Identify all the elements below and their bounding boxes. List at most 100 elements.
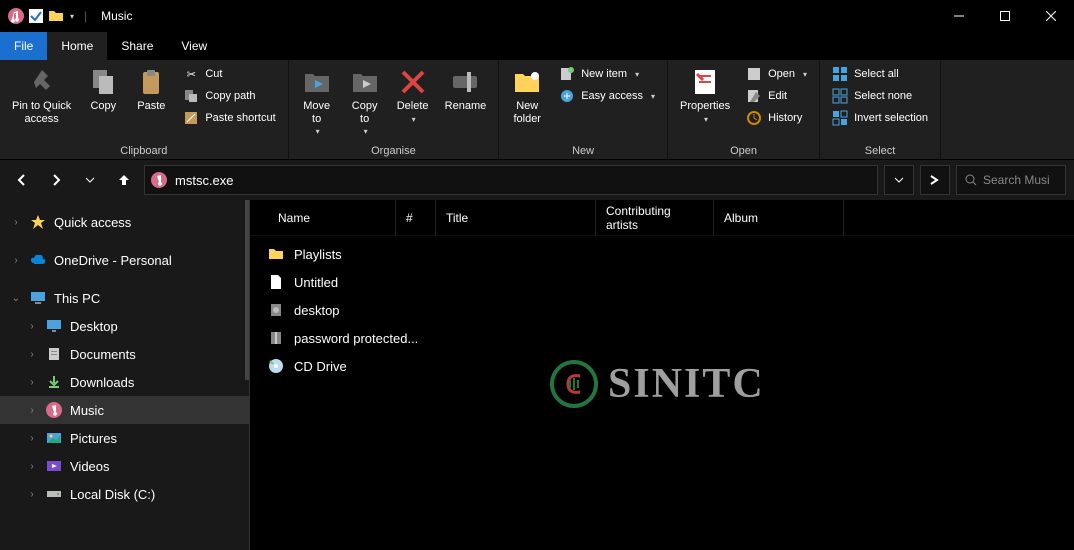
col-title[interactable]: Title — [436, 200, 596, 235]
checkbox-icon[interactable] — [28, 8, 44, 24]
chevron-down-icon[interactable]: ⌄ — [10, 293, 22, 304]
chevron-right-icon[interactable]: › — [26, 489, 38, 500]
moveto-icon — [301, 66, 333, 98]
invert-selection-button[interactable]: Invert selection — [826, 108, 934, 128]
pc-icon — [30, 290, 46, 306]
sidebar-item-videos[interactable]: ›Videos — [0, 452, 249, 480]
music-app-icon — [8, 8, 24, 24]
chevron-right-icon[interactable]: › — [26, 377, 38, 388]
row-cd-drive[interactable]: CD Drive — [268, 352, 1074, 380]
maximize-button[interactable] — [982, 0, 1028, 32]
chevron-right-icon[interactable]: › — [26, 349, 38, 360]
up-button[interactable] — [110, 166, 138, 194]
edit-icon — [746, 88, 762, 104]
folder-qat-icon[interactable] — [48, 8, 64, 24]
new-folder-button[interactable]: New folder — [505, 64, 549, 127]
pictures-icon — [46, 430, 62, 446]
history-icon — [746, 110, 762, 126]
select-none-icon — [832, 88, 848, 104]
col-track[interactable]: # — [396, 200, 436, 235]
move-to-button[interactable]: Move to▾ — [295, 64, 339, 138]
archive-icon — [268, 330, 284, 346]
easy-access-button[interactable]: Easy access▾ — [553, 86, 661, 106]
sidebar-item-desktop[interactable]: ›Desktop — [0, 312, 249, 340]
row-desktop[interactable]: desktop — [268, 296, 1074, 324]
sidebar-item-local-disk[interactable]: ›Local Disk (C:) — [0, 480, 249, 508]
address-bar[interactable]: mstsc.exe — [144, 165, 878, 195]
folder-icon — [268, 246, 284, 262]
titlebar-sep: | — [84, 9, 87, 23]
videos-icon — [46, 458, 62, 474]
properties-button[interactable]: Properties▾ — [674, 64, 736, 126]
sidebar-item-onedrive[interactable]: ›OneDrive - Personal — [0, 246, 249, 274]
chevron-down-icon: ▾ — [364, 127, 368, 136]
select-all-button[interactable]: Select all — [826, 64, 934, 84]
new-folder-icon — [511, 66, 543, 98]
location-music-icon — [151, 172, 167, 188]
minimize-button[interactable] — [936, 0, 982, 32]
paste-icon — [135, 66, 167, 98]
delete-button[interactable]: Delete▾ — [391, 64, 435, 126]
copy-to-button[interactable]: Copy to▾ — [343, 64, 387, 138]
scissors-icon: ✂ — [183, 66, 199, 82]
group-label-clipboard: Clipboard — [120, 145, 167, 157]
sidebar-scrollbar[interactable] — [245, 200, 249, 380]
chevron-right-icon[interactable]: › — [10, 217, 22, 228]
tab-view[interactable]: View — [167, 32, 221, 60]
tab-home[interactable]: Home — [47, 32, 107, 60]
select-all-icon — [832, 66, 848, 82]
chevron-right-icon[interactable]: › — [26, 321, 38, 332]
column-headers: Name # Title Contributing artists Album — [250, 200, 1074, 236]
tab-file[interactable]: File — [0, 32, 47, 60]
row-password-protected[interactable]: password protected... — [268, 324, 1074, 352]
sidebar-item-quick-access[interactable]: ›Quick access — [0, 208, 249, 236]
copy-path-button[interactable]: Copy path — [177, 86, 281, 106]
qat-dropdown-icon[interactable]: ▾ — [70, 12, 74, 21]
copy-button[interactable]: Copy — [81, 64, 125, 115]
sidebar-item-downloads[interactable]: ›Downloads — [0, 368, 249, 396]
row-playlists[interactable]: Playlists — [268, 240, 1074, 268]
edit-button[interactable]: Edit — [740, 86, 813, 106]
sidebar-item-pictures[interactable]: ›Pictures — [0, 424, 249, 452]
sidebar-item-music[interactable]: ›Music — [0, 396, 249, 424]
address-history-dropdown[interactable] — [884, 165, 914, 195]
rename-button[interactable]: Rename — [439, 64, 493, 115]
chevron-down-icon: ▾ — [635, 70, 639, 79]
open-button[interactable]: Open▾ — [740, 64, 813, 84]
chevron-down-icon: ▾ — [651, 92, 655, 101]
chevron-down-icon: ▾ — [316, 127, 320, 136]
documents-icon — [46, 346, 62, 362]
select-none-button[interactable]: Select none — [826, 86, 934, 106]
properties-icon — [689, 66, 721, 98]
chevron-right-icon[interactable]: › — [10, 255, 22, 266]
ribbon-group-open: Properties▾ Open▾ Edit History Open — [668, 60, 820, 159]
content-pane: Name # Title Contributing artists Album … — [250, 200, 1074, 550]
chevron-right-icon[interactable]: › — [26, 433, 38, 444]
col-name[interactable]: Name — [268, 200, 396, 235]
sidebar-item-this-pc[interactable]: ⌄This PC — [0, 284, 249, 312]
paste-button[interactable]: Paste — [129, 64, 173, 115]
open-icon — [746, 66, 762, 82]
ribbon: Pin to Quick access Copy Paste ✂Cut Copy… — [0, 60, 1074, 160]
group-label-select: Select — [865, 145, 896, 157]
cut-button[interactable]: ✂Cut — [177, 64, 281, 84]
close-button[interactable] — [1028, 0, 1074, 32]
group-label-organise: Organise — [371, 145, 416, 157]
tab-share[interactable]: Share — [107, 32, 167, 60]
paste-shortcut-button[interactable]: Paste shortcut — [177, 108, 281, 128]
row-untitled[interactable]: Untitled — [268, 268, 1074, 296]
col-album[interactable]: Album — [714, 200, 844, 235]
ribbon-tabs: File Home Share View — [0, 32, 1074, 60]
back-button[interactable] — [8, 166, 36, 194]
address-go-button[interactable] — [920, 165, 950, 195]
pin-quick-access-button[interactable]: Pin to Quick access — [6, 64, 77, 127]
chevron-right-icon[interactable]: › — [26, 405, 38, 416]
new-item-button[interactable]: New item▾ — [553, 64, 661, 84]
chevron-right-icon[interactable]: › — [26, 461, 38, 472]
forward-button[interactable] — [42, 166, 70, 194]
sidebar-item-documents[interactable]: ›Documents — [0, 340, 249, 368]
search-input[interactable]: Search Musi — [956, 165, 1066, 195]
col-artists[interactable]: Contributing artists — [596, 200, 714, 235]
history-button[interactable]: History — [740, 108, 813, 128]
recent-dropdown[interactable] — [76, 166, 104, 194]
